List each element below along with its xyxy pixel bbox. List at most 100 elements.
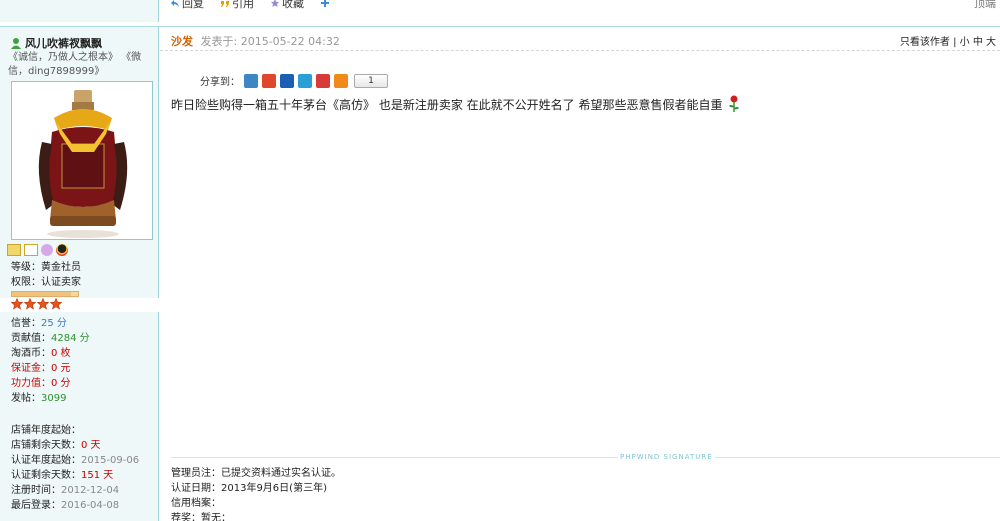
weibo-share-icon[interactable] [262, 73, 276, 88]
moutai-bottle-image [38, 90, 128, 238]
post-body: 昨日险些购得一箱五十年茅台《高仿》 也是新注册卖家 在此就不公开姓名了 希望那些… [171, 95, 740, 113]
shop-value: 151 天 [81, 470, 114, 481]
shop-row: 最后登录：2016-04-08 [11, 498, 139, 513]
admin-line: 荐奖：暂无： [171, 513, 231, 521]
favorite-label: 收藏 [282, 0, 304, 10]
add-action[interactable] [320, 0, 330, 11]
share-label: 分享到： [200, 77, 240, 88]
font-large-link[interactable]: 大 [986, 37, 996, 48]
quote-action[interactable]: 引用 [220, 0, 254, 11]
message-icon[interactable] [24, 244, 38, 256]
star-icon [24, 298, 36, 310]
star-icon [50, 298, 62, 310]
share-count: 1 [354, 73, 388, 88]
stat-row: 淘酒币：0 枚 [11, 346, 90, 361]
avatar[interactable] [11, 81, 153, 240]
vcard-icon[interactable] [7, 244, 21, 256]
reply-label: 回复 [182, 0, 204, 10]
shop-label: 最后登录： [11, 500, 61, 511]
shop-row: 店铺剩余天数：0 天 [11, 438, 139, 453]
back-to-top-link[interactable]: 顶端 [974, 0, 996, 11]
stat-row: 信誉：25 分 [11, 316, 90, 331]
shop-label: 注册时间： [11, 485, 61, 496]
stat-row: 功力值：0 分 [11, 376, 90, 391]
admin-note: 管理员注：已提交资料通过实名认证。 认证日期：2013年9月6日(第三年) 信用档案… [171, 466, 341, 521]
more-share-icon[interactable] [334, 73, 348, 88]
stat-label: 淘酒币： [11, 348, 51, 359]
font-medium-link[interactable]: 中 [973, 37, 983, 48]
post-tools: 只看该作者 | 小 中 大 [900, 33, 996, 48]
level-progress-fill [12, 292, 72, 296]
stat-row: 保证金：0 元 [11, 361, 90, 376]
shop-value: 2016-04-08 [61, 500, 120, 511]
shop-value: 2012-12-04 [61, 485, 120, 496]
shop-label: 店铺年度起始： [11, 425, 81, 436]
admin-line: 信用档案： [171, 498, 221, 509]
username-link[interactable]: 风儿吹裤衩飘飘 [25, 35, 102, 51]
online-user-icon [11, 38, 21, 49]
shop-value: 2015-09-06 [81, 455, 140, 466]
stat-value: 0 枚 [51, 348, 71, 359]
user-sidebar: 风儿吹裤衩飘飘 《诚信，乃做人之根本》 《微信，ding7898999》 等级：… [0, 27, 159, 521]
shop-info: 店铺年度起始： 店铺剩余天数：0 天认证年度起始：2015-09-06 认证剩余天数… [11, 423, 139, 513]
stat-value: 0 元 [51, 363, 71, 374]
post-header: 沙发 发表于: 2015-05-22 04:32 只看该作者 | 小 中 大 [160, 27, 1000, 51]
floor-label: 沙发 [171, 35, 193, 48]
stat-label: 贡献值： [11, 333, 51, 344]
level-progress-bar [11, 291, 79, 297]
shop-label: 店铺剩余天数： [11, 440, 81, 451]
admin-line: 管理员注：已提交资料通过实名认证。 [171, 468, 341, 479]
qzone-share-icon[interactable] [244, 73, 258, 88]
shop-row: 认证剩余天数：151 天 [11, 468, 139, 483]
tencent-share-icon[interactable] [298, 73, 312, 88]
post-content: 昨日险些购得一箱五十年茅台《高仿》 也是新注册卖家 在此就不公开姓名了 希望那些… [171, 97, 723, 112]
stat-value: 3099 [41, 393, 67, 404]
bubble-icon[interactable] [41, 244, 53, 256]
admin-line: 认证日期：2013年9月6日(第三年) [171, 483, 327, 494]
shop-value: 0 天 [81, 440, 101, 451]
signature-label: PHPWIND SIGNATURE [618, 453, 715, 461]
reply-icon [171, 0, 179, 7]
star-icon [11, 298, 23, 310]
user-motto: 《诚信，乃做人之根本》 《微信，ding7898999》 [8, 52, 142, 77]
quote-icon [221, 1, 229, 7]
user-badges [7, 244, 68, 256]
post-meta: 沙发 发表于: 2015-05-22 04:32 [171, 33, 340, 49]
stat-label: 发帖： [11, 393, 41, 404]
user-stats: 信誉：25 分贡献值：4284 分淘酒币：0 枚保证金：0 元功力值：0 分发帖… [11, 316, 90, 406]
shop-row: 认证年度起始：2015-09-06 [11, 453, 139, 468]
post-time: 发表于: 2015-05-22 04:32 [200, 35, 340, 48]
user-stars [11, 298, 62, 310]
shop-label: 认证剩余天数： [11, 470, 81, 481]
username-row: 风儿吹裤衩飘飘 [10, 35, 102, 51]
signature-divider [171, 457, 1000, 458]
stat-value: 0 分 [51, 378, 71, 389]
font-small-link[interactable]: 小 [960, 37, 970, 48]
stat-row: 发帖：3099 [11, 391, 90, 406]
plus-icon [321, 0, 329, 7]
shop-label: 认证年度起始： [11, 455, 81, 466]
qq-icon[interactable] [56, 244, 68, 256]
user-role: 权限：认证卖家 [11, 277, 81, 288]
user-level: 等级：黄金社员 [11, 262, 81, 273]
favorite-icon [271, 0, 279, 7]
tools-separator: | [949, 37, 960, 48]
favorite-action[interactable]: 收藏 [270, 0, 304, 11]
renren-share-icon[interactable] [280, 73, 294, 88]
stat-value: 4284 分 [51, 333, 90, 344]
stat-value: 25 分 [41, 318, 67, 329]
previous-post-footer: 回复 引用 收藏 顶端 [0, 0, 1000, 22]
post-actions: 回复 引用 收藏 [170, 0, 330, 11]
previous-post-sidebar [0, 0, 159, 22]
star-icon [37, 298, 49, 310]
stat-label: 信誉： [11, 318, 41, 329]
stat-label: 保证金： [11, 363, 51, 374]
stat-label: 功力值： [11, 378, 51, 389]
quote-label: 引用 [232, 0, 254, 10]
only-author-link[interactable]: 只看该作者 [900, 37, 950, 48]
shop-row: 注册时间：2012-12-04 [11, 483, 139, 498]
user-info: 等级：黄金社员 权限：认证卖家 [11, 260, 81, 290]
pengyou-share-icon[interactable] [316, 73, 330, 88]
reply-action[interactable]: 回复 [170, 0, 204, 11]
stat-row: 贡献值：4284 分 [11, 331, 90, 346]
